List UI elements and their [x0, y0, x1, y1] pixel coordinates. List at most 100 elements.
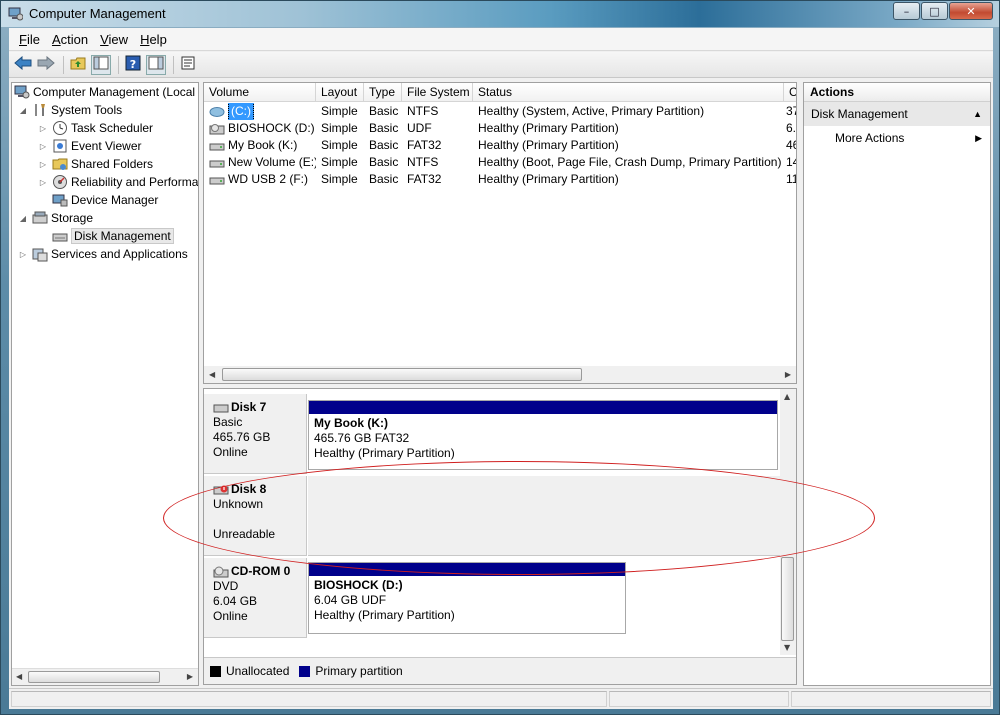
actions-header: Actions: [804, 83, 990, 102]
volume-status: Healthy (System, Active, Primary Partiti…: [478, 104, 705, 118]
disk-label[interactable]: Disk 7 Basic 465.76 GB Online: [204, 394, 307, 474]
tree-item-label: System Tools: [51, 103, 123, 117]
volume-file-system: FAT32: [407, 172, 442, 186]
actions-pane: Actions Disk Management ▲ More Actions ▶: [803, 82, 991, 686]
scroll-left-icon[interactable]: ◀: [16, 672, 22, 681]
legend-primary-partition: Primary partition: [315, 664, 403, 678]
volume-file-system: FAT32: [407, 138, 442, 152]
partition-my-book[interactable]: My Book (K:) 465.76 GB FAT32 Healthy (Pr…: [308, 400, 778, 470]
tree-item-services-applications[interactable]: ▷ Services and Applications: [18, 245, 188, 263]
volume-capacity: 37: [786, 104, 796, 118]
menu-action[interactable]: Action: [46, 32, 94, 47]
scroll-right-icon[interactable]: ▶: [785, 370, 791, 379]
tree-item-label: Reliability and Performa: [71, 175, 199, 189]
volume-layout: Simple: [321, 121, 358, 135]
menu-help[interactable]: Help: [134, 32, 173, 47]
scroll-up-icon[interactable]: ▲: [784, 392, 790, 401]
table-row[interactable]: My Book (K:) Simple Basic FAT32 Healthy …: [204, 137, 796, 154]
scroll-right-icon[interactable]: ▶: [187, 672, 193, 681]
scroll-thumb[interactable]: [781, 557, 794, 641]
column-header-status[interactable]: Status: [473, 83, 784, 102]
cdrom-icon: [213, 566, 229, 578]
show-hide-action-pane-button[interactable]: [146, 54, 166, 75]
tree-item-task-scheduler[interactable]: ▷ Task Scheduler: [38, 119, 153, 137]
more-actions-item[interactable]: More Actions ▶: [804, 126, 990, 150]
disk-label[interactable]: CD-ROM 0 DVD 6.04 GB Online: [204, 558, 307, 638]
column-header-capacity[interactable]: C: [784, 83, 796, 102]
primary-partition-bar: [309, 401, 777, 414]
toolbar-separator: [173, 55, 174, 74]
scroll-down-icon[interactable]: ▼: [784, 643, 790, 652]
action-label: More Actions: [835, 131, 905, 145]
forward-button[interactable]: [36, 55, 56, 75]
up-level-button[interactable]: [68, 55, 88, 75]
volume-name: WD USB 2 (F:): [228, 172, 308, 186]
disk-icon: [213, 402, 229, 414]
collapse-caret-icon[interactable]: ▲: [973, 102, 982, 126]
clock-icon: [52, 120, 68, 136]
menu-file[interactable]: File: [13, 32, 46, 47]
menu-view[interactable]: View: [94, 32, 134, 47]
volume-horizontal-scrollbar[interactable]: ◀ ▶: [204, 366, 796, 383]
expand-toggle[interactable]: ▷: [18, 250, 28, 259]
tree-item-shared-folders[interactable]: ▷ Shared Folders: [38, 155, 153, 173]
volume-c-icon: [209, 106, 225, 118]
disk-vertical-scrollbar[interactable]: ▲ ▼: [780, 389, 796, 655]
column-header-file-system[interactable]: File System: [402, 83, 473, 102]
volume-type: Basic: [369, 138, 399, 152]
title-bar[interactable]: Computer Management – □ ✕: [1, 1, 999, 27]
window-title: Computer Management: [29, 6, 166, 21]
volume-status: Healthy (Boot, Page File, Crash Dump, Pr…: [478, 155, 782, 169]
tree-item-label: Services and Applications: [51, 247, 188, 261]
volume-list: Volume Layout Type File System Status C …: [203, 82, 797, 384]
scroll-thumb[interactable]: [28, 671, 160, 683]
status-segment: [609, 691, 789, 707]
disk-label[interactable]: Disk 8 Unknown Unreadable: [204, 476, 307, 556]
table-row[interactable]: BIOSHOCK (D:) Simple Basic UDF Healthy (…: [204, 120, 796, 137]
table-row[interactable]: WD USB 2 (F:) Simple Basic FAT32 Healthy…: [204, 171, 796, 188]
expand-toggle[interactable]: ▷: [38, 178, 48, 187]
performance-icon: [52, 174, 68, 190]
collapse-toggle[interactable]: ◢: [18, 214, 28, 223]
help-button[interactable]: ?: [123, 55, 143, 75]
properties-button[interactable]: [178, 55, 198, 75]
navigation-tree: Computer Management (Local ◢ System Tool…: [11, 82, 199, 686]
disk-name: Disk 8: [231, 482, 267, 496]
disk-size: [213, 512, 306, 527]
collapse-toggle[interactable]: ◢: [18, 106, 28, 115]
tree-item-device-manager[interactable]: Device Manager: [52, 191, 158, 209]
column-header-layout[interactable]: Layout: [316, 83, 364, 102]
partition-bioshock[interactable]: BIOSHOCK (D:) 6.04 GB UDF Healthy (Prima…: [308, 562, 626, 634]
column-header-type[interactable]: Type: [364, 83, 402, 102]
volume-type: Basic: [369, 172, 399, 186]
tree-item-computer-management[interactable]: Computer Management (Local: [14, 83, 195, 101]
tree-item-system-tools[interactable]: ◢ System Tools: [18, 101, 122, 119]
close-button[interactable]: ✕: [949, 2, 993, 20]
show-hide-tree-icon: [93, 56, 109, 73]
tree-item-event-viewer[interactable]: ▷ Event Viewer: [38, 137, 142, 155]
expand-toggle[interactable]: ▷: [38, 142, 48, 151]
volume-name: New Volume (E:): [228, 155, 316, 169]
table-row[interactable]: (C:) Simple Basic NTFS Healthy (System, …: [204, 103, 796, 120]
status-segment: [791, 691, 991, 707]
tree-item-storage[interactable]: ◢ Storage: [18, 209, 93, 227]
status-bar: [9, 688, 993, 709]
tree-horizontal-scrollbar[interactable]: ◀ ▶: [12, 668, 198, 685]
scroll-thumb[interactable]: [222, 368, 582, 381]
expand-toggle[interactable]: ▷: [38, 124, 48, 133]
tree-item-reliability-performance[interactable]: ▷ Reliability and Performa: [38, 173, 198, 191]
minimize-button[interactable]: –: [893, 2, 920, 20]
column-header-volume[interactable]: Volume: [204, 83, 316, 102]
expand-toggle[interactable]: ▷: [38, 160, 48, 169]
scroll-left-icon[interactable]: ◀: [209, 370, 215, 379]
show-hide-tree-button[interactable]: [91, 54, 111, 75]
tree-item-label: Event Viewer: [71, 139, 142, 153]
disk-status: Online: [213, 609, 248, 623]
actions-section-label: Disk Management: [811, 107, 908, 121]
help-icon: ?: [125, 55, 141, 74]
back-button[interactable]: [13, 55, 33, 75]
tree-item-disk-management[interactable]: Disk Management: [52, 227, 174, 245]
table-row[interactable]: New Volume (E:) Simple Basic NTFS Health…: [204, 154, 796, 171]
actions-section-disk-management[interactable]: Disk Management ▲: [804, 102, 990, 126]
maximize-button[interactable]: □: [921, 2, 948, 20]
